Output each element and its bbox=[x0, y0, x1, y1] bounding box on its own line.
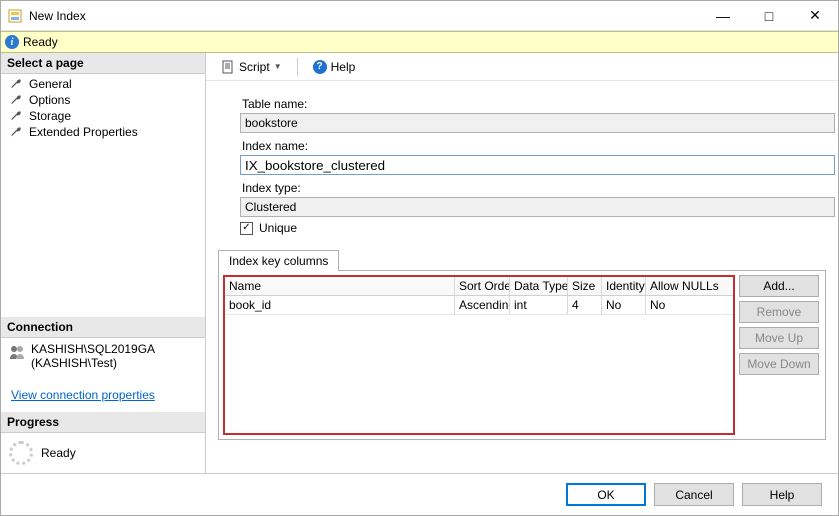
columns-grid[interactable]: Name Sort Order Data Type Size Identity … bbox=[223, 275, 735, 435]
connection-user: (KASHISH\Test) bbox=[31, 356, 155, 370]
connection-header: Connection bbox=[1, 317, 205, 338]
window-root: New Index — □ ✕ i Ready Select a page Ge… bbox=[0, 0, 839, 516]
page-list: General Options Storage Extended Propert… bbox=[1, 74, 205, 142]
wrench-icon bbox=[9, 125, 23, 139]
wrench-icon bbox=[9, 77, 23, 91]
add-column-button[interactable]: Add... bbox=[739, 275, 819, 297]
server-user-icon bbox=[9, 344, 25, 360]
col-header-name[interactable]: Name bbox=[225, 277, 455, 295]
sidebar-item-general[interactable]: General bbox=[1, 76, 205, 92]
script-label: Script bbox=[239, 60, 270, 74]
cell-allow-nulls: No bbox=[646, 296, 733, 314]
toolbar: Script ▼ ? Help bbox=[206, 53, 838, 81]
form-area: Table name: bookstore Index name: Index … bbox=[206, 81, 838, 239]
index-type-field: Clustered bbox=[240, 197, 835, 217]
progress-text: Ready bbox=[41, 446, 76, 460]
sidebar-item-label: Options bbox=[29, 93, 70, 107]
wrench-icon bbox=[9, 109, 23, 123]
table-name-field: bookstore bbox=[240, 113, 835, 133]
status-text: Ready bbox=[23, 35, 58, 49]
app-icon bbox=[7, 8, 23, 24]
tab-index-key-columns[interactable]: Index key columns bbox=[218, 250, 339, 271]
grid-button-stack: Add... Remove Move Up Move Down bbox=[739, 271, 825, 439]
col-header-size[interactable]: Size bbox=[568, 277, 602, 295]
col-header-datatype[interactable]: Data Type bbox=[510, 277, 568, 295]
cell-identity: No bbox=[602, 296, 646, 314]
remove-column-button[interactable]: Remove bbox=[739, 301, 819, 323]
move-down-button[interactable]: Move Down bbox=[739, 353, 819, 375]
progress-spinner-icon bbox=[9, 441, 33, 465]
sidebar-item-label: Storage bbox=[29, 109, 71, 123]
connection-panel: Connection KASHISH\SQL2019GA (KASHISH\Te… bbox=[1, 317, 205, 412]
unique-checkbox[interactable]: ✓ bbox=[240, 222, 253, 235]
window-controls: — □ ✕ bbox=[700, 1, 838, 30]
cell-name[interactable]: book_id bbox=[225, 296, 455, 314]
help-button[interactable]: ? Help bbox=[306, 57, 363, 77]
progress-header: Progress bbox=[1, 412, 205, 433]
help-label: Help bbox=[331, 60, 356, 74]
tab-body: Name Sort Order Data Type Size Identity … bbox=[218, 270, 826, 440]
index-name-field[interactable] bbox=[240, 155, 835, 175]
close-button[interactable]: ✕ bbox=[792, 1, 838, 30]
progress-panel: Progress Ready bbox=[1, 412, 205, 473]
script-icon bbox=[221, 60, 235, 74]
select-page-header: Select a page bbox=[1, 53, 205, 74]
ok-button[interactable]: OK bbox=[566, 483, 646, 506]
script-button[interactable]: Script ▼ bbox=[214, 57, 289, 77]
sidebar-item-options[interactable]: Options bbox=[1, 92, 205, 108]
view-connection-properties-link[interactable]: View connection properties bbox=[11, 388, 195, 402]
help-icon: ? bbox=[313, 60, 327, 74]
body: Select a page General Options Storage Ex… bbox=[1, 53, 838, 473]
grid-empty-area bbox=[225, 315, 733, 433]
status-bar: i Ready bbox=[1, 31, 838, 53]
grid-row[interactable]: book_id Ascending int 4 No No bbox=[225, 296, 733, 315]
cell-size: 4 bbox=[568, 296, 602, 314]
grid-header-row: Name Sort Order Data Type Size Identity … bbox=[225, 277, 733, 296]
sidebar-item-extended-properties[interactable]: Extended Properties bbox=[1, 124, 205, 140]
toolbar-separator bbox=[297, 58, 298, 76]
move-up-button[interactable]: Move Up bbox=[739, 327, 819, 349]
minimize-button[interactable]: — bbox=[700, 1, 746, 30]
window-title: New Index bbox=[29, 9, 700, 23]
tabstrip: Index key columns bbox=[218, 249, 838, 270]
index-name-label: Index name: bbox=[240, 137, 818, 155]
content: Script ▼ ? Help Table name: bookstore In… bbox=[206, 53, 838, 473]
titlebar: New Index — □ ✕ bbox=[1, 1, 838, 31]
col-header-allow-nulls[interactable]: Allow NULLs bbox=[646, 277, 733, 295]
unique-label: Unique bbox=[259, 221, 297, 235]
cancel-button[interactable]: Cancel bbox=[654, 483, 734, 506]
unique-checkbox-row[interactable]: ✓ Unique bbox=[240, 217, 818, 235]
sidebar-item-label: General bbox=[29, 77, 72, 91]
wrench-icon bbox=[9, 93, 23, 107]
maximize-button[interactable]: □ bbox=[746, 1, 792, 30]
col-header-sort[interactable]: Sort Order bbox=[455, 277, 510, 295]
sidebar-item-label: Extended Properties bbox=[29, 125, 138, 139]
footer: OK Cancel Help bbox=[1, 473, 838, 515]
help-footer-button[interactable]: Help bbox=[742, 483, 822, 506]
sidebar: Select a page General Options Storage Ex… bbox=[1, 53, 206, 473]
cell-sort[interactable]: Ascending bbox=[455, 296, 510, 314]
info-icon: i bbox=[5, 35, 19, 49]
table-name-label: Table name: bbox=[240, 95, 818, 113]
cell-datatype: int bbox=[510, 296, 568, 314]
chevron-down-icon: ▼ bbox=[274, 62, 282, 71]
sidebar-item-storage[interactable]: Storage bbox=[1, 108, 205, 124]
index-type-label: Index type: bbox=[240, 179, 818, 197]
connection-server: KASHISH\SQL2019GA bbox=[31, 342, 155, 356]
col-header-identity[interactable]: Identity bbox=[602, 277, 646, 295]
